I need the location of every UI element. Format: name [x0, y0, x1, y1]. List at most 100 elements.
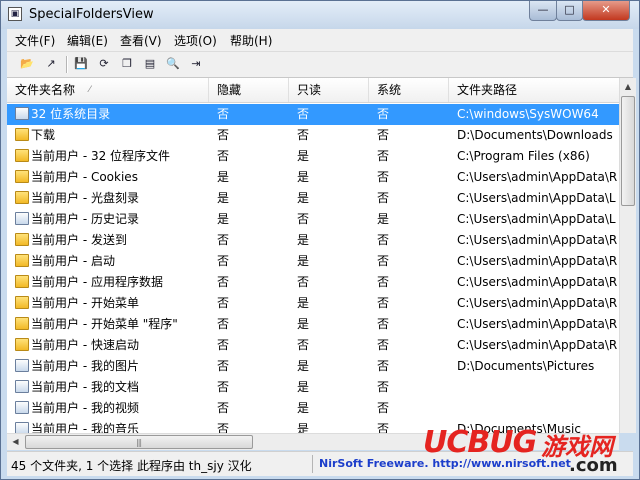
- cell-hidden: 否: [217, 317, 230, 331]
- column-header-readonly[interactable]: 只读: [289, 78, 369, 102]
- special-folder-icon: [15, 359, 29, 372]
- table-row[interactable]: 32 位系统目录 否 否 否 C:\windows\SysWOW64: [7, 104, 619, 125]
- table-row[interactable]: 当前用户 - 我的视频 否 是 否: [7, 398, 619, 419]
- menu-file[interactable]: 文件(F): [15, 32, 55, 49]
- folder-list[interactable]: 文件夹名称 ⁄ 隐藏 只读 系统 文件夹路径 32 位系统目录否否否 C:\win…: [7, 78, 619, 433]
- cell-hidden: 否: [217, 359, 230, 373]
- cell-name: 当前用户 - 启动: [31, 254, 115, 268]
- scroll-up-icon[interactable]: ▲: [620, 78, 636, 95]
- cell-system: 否: [377, 338, 390, 352]
- table-row[interactable]: 当前用户 - 我的文档 否 是 否: [7, 377, 619, 398]
- table-row[interactable]: 当前用户 - 32 位程序文件 否 是 否 C:\Program Files (x86): [7, 146, 619, 167]
- cell-hidden: 否: [217, 149, 230, 163]
- column-header-hidden[interactable]: 隐藏: [209, 78, 289, 102]
- scroll-left-icon[interactable]: ◀: [7, 434, 24, 450]
- special-folder-icon: [15, 107, 29, 120]
- cell-name: 下载: [31, 128, 56, 142]
- cell-name: 当前用户 - 历史记录: [31, 212, 139, 226]
- cell-readonly: 否: [297, 338, 310, 352]
- table-row[interactable]: 当前用户 - 应用程序数据 否 否 否 C:\Users\admin\AppData\R: [7, 272, 619, 293]
- cell-system: 是: [377, 212, 390, 226]
- watermark-brand: UCBUG: [423, 425, 537, 460]
- app-icon: ▣: [8, 7, 22, 21]
- title-bar[interactable]: ▣ SpecialFoldersView — □ ✕: [1, 1, 639, 29]
- open-explorer-icon[interactable]: ↗: [42, 55, 60, 73]
- status-separator: [312, 455, 313, 473]
- cell-readonly: 是: [297, 359, 310, 373]
- table-row[interactable]: 当前用户 - 光盘刻录 是 是 否 C:\Users\admin\AppData\L: [7, 188, 619, 209]
- cell-readonly: 是: [297, 401, 310, 415]
- folder-icon: [15, 317, 29, 330]
- table-row[interactable]: 当前用户 - 开始菜单 否 是 否 C:\Users\admin\AppData\R: [7, 293, 619, 314]
- copy-icon[interactable]: ❐: [118, 55, 136, 73]
- table-row[interactable]: 当前用户 - 发送到 否 是 否 C:\Users\admin\AppData\R: [7, 230, 619, 251]
- app-window: ▣ SpecialFoldersView — □ ✕ 文件(F) 编辑(E) 查…: [0, 0, 640, 480]
- cell-readonly: 否: [297, 107, 310, 121]
- cell-hidden: 否: [217, 296, 230, 310]
- toolbar-separator: [66, 56, 68, 73]
- table-row[interactable]: 当前用户 - 快速启动 否 否 否 C:\Users\admin\AppData\R: [7, 335, 619, 356]
- cell-name: 32 位系统目录: [31, 107, 111, 121]
- properties-icon[interactable]: ▤: [141, 55, 159, 73]
- table-row[interactable]: 当前用户 - 历史记录 是 否 是 C:\Users\admin\AppData\L: [7, 209, 619, 230]
- watermark-domain: .com: [569, 455, 618, 476]
- cell-readonly: 是: [297, 380, 310, 394]
- sort-arrow-icon: ⁄: [89, 85, 91, 95]
- scroll-grip-icon: |||: [136, 438, 142, 447]
- cell-hidden: 否: [217, 128, 230, 142]
- menu-help[interactable]: 帮助(H): [230, 32, 272, 49]
- cell-name: 当前用户 - 32 位程序文件: [31, 149, 171, 163]
- horizontal-scroll-thumb[interactable]: |||: [25, 435, 253, 449]
- vertical-scrollbar[interactable]: ▲: [619, 78, 636, 433]
- folder-icon: [15, 338, 29, 351]
- cell-name: 当前用户 - 我的音乐: [31, 422, 139, 433]
- cell-readonly: 是: [297, 170, 310, 184]
- cell-name: 当前用户 - Cookies: [31, 170, 138, 184]
- maximize-button[interactable]: □: [556, 1, 583, 21]
- cell-readonly: 是: [297, 317, 310, 331]
- exit-icon[interactable]: ⇥: [187, 55, 205, 73]
- cell-hidden: 否: [217, 422, 230, 433]
- cell-name: 当前用户 - 快速启动: [31, 338, 139, 352]
- cell-readonly: 是: [297, 149, 310, 163]
- table-row[interactable]: 当前用户 - 启动 否 是 否 C:\Users\admin\AppData\R: [7, 251, 619, 272]
- open-folder-icon[interactable]: 📂: [18, 55, 36, 73]
- cell-hidden: 否: [217, 107, 230, 121]
- refresh-icon[interactable]: ⟳: [95, 55, 113, 73]
- close-button[interactable]: ✕: [582, 1, 630, 21]
- vertical-scroll-thumb[interactable]: [621, 96, 635, 206]
- folder-icon: [15, 233, 29, 246]
- cell-system: 否: [377, 317, 390, 331]
- minimize-button[interactable]: —: [529, 1, 557, 21]
- table-row[interactable]: 当前用户 - 开始菜单 "程序" 否 是 否 C:\Users\admin\AppDat…: [7, 314, 619, 335]
- save-icon[interactable]: 💾: [72, 55, 90, 73]
- cell-system: 否: [377, 380, 390, 394]
- list-header: 文件夹名称 ⁄ 隐藏 只读 系统 文件夹路径: [7, 78, 619, 103]
- menu-view[interactable]: 查看(V): [120, 32, 162, 49]
- table-row[interactable]: 当前用户 - Cookies 是 是 否 C:\Users\admin\AppData\…: [7, 167, 619, 188]
- cell-path: C:\Users\admin\AppData\L: [457, 191, 616, 205]
- menu-edit[interactable]: 编辑(E): [67, 32, 108, 49]
- cell-system: 否: [377, 128, 390, 142]
- cell-system: 否: [377, 191, 390, 205]
- cell-hidden: 是: [217, 212, 230, 226]
- column-header-path[interactable]: 文件夹路径: [449, 78, 619, 102]
- cell-hidden: 否: [217, 254, 230, 268]
- folder-icon: [15, 275, 29, 288]
- cell-path: C:\Users\admin\AppData\L: [457, 212, 616, 226]
- cell-hidden: 否: [217, 338, 230, 352]
- cell-name: 当前用户 - 应用程序数据: [31, 275, 163, 289]
- special-folder-icon: [15, 212, 29, 225]
- cell-readonly: 是: [297, 233, 310, 247]
- column-header-name[interactable]: 文件夹名称 ⁄: [7, 78, 209, 102]
- menu-options[interactable]: 选项(O): [174, 32, 217, 49]
- cell-hidden: 是: [217, 191, 230, 205]
- column-header-system[interactable]: 系统: [369, 78, 449, 102]
- cell-system: 否: [377, 149, 390, 163]
- cell-name: 当前用户 - 我的图片: [31, 359, 139, 373]
- table-row[interactable]: 当前用户 - 我的图片 否 是 否 D:\Documents\Pictures: [7, 356, 619, 377]
- find-icon[interactable]: 🔍: [164, 55, 182, 73]
- table-row[interactable]: 下载 否 否 否 D:\Documents\Downloads: [7, 125, 619, 146]
- cell-path: C:\Users\admin\AppData\R: [457, 170, 618, 184]
- cell-name: 当前用户 - 光盘刻录: [31, 191, 139, 205]
